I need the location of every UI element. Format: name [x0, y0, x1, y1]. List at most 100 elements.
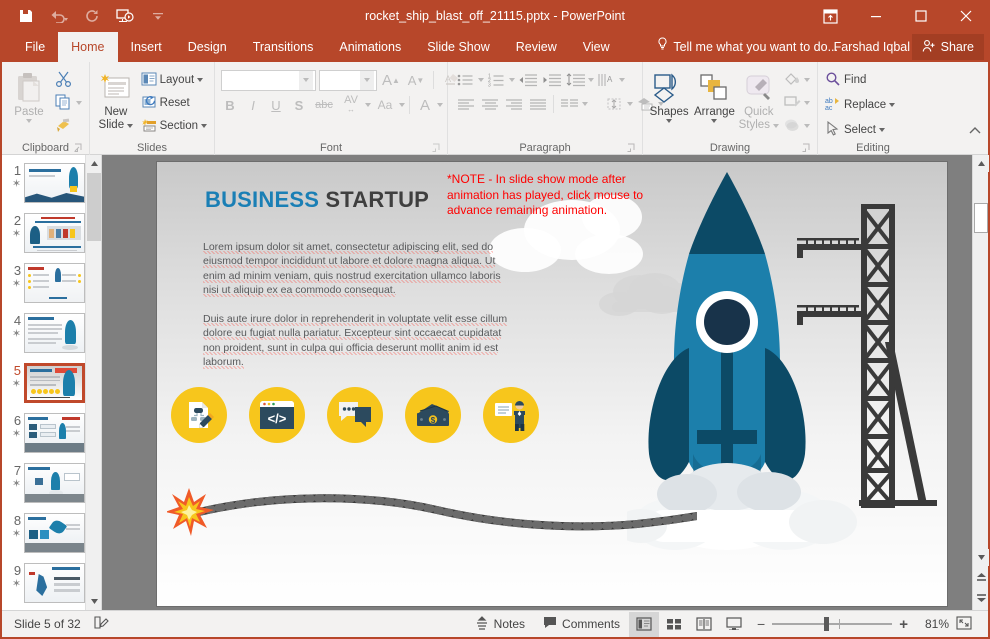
- user-name[interactable]: Farshad Iqbal: [834, 32, 910, 62]
- thumbnail-scrollbar-thumb[interactable]: [87, 173, 101, 241]
- maximize-icon[interactable]: [898, 0, 943, 32]
- line-spacing-dropdown-icon[interactable]: [588, 78, 594, 82]
- italic-button[interactable]: I: [242, 94, 264, 116]
- thumbnail-slide-4[interactable]: 4 ✶: [2, 313, 85, 362]
- tab-review[interactable]: Review: [503, 32, 570, 62]
- paste-button[interactable]: Paste: [6, 67, 52, 123]
- tell-me-search[interactable]: Tell me what you want to do...: [657, 32, 838, 62]
- align-center-button[interactable]: [478, 93, 501, 115]
- thumbnail-slide-9[interactable]: 9 ✶: [2, 563, 85, 610]
- share-button[interactable]: Share: [911, 34, 984, 60]
- font-size-dropdown-icon[interactable]: [360, 70, 374, 90]
- change-case-dropdown-icon[interactable]: [399, 103, 405, 107]
- text-shadow-button[interactable]: S: [288, 94, 310, 116]
- collapse-ribbon-button[interactable]: [968, 124, 982, 138]
- tab-transitions[interactable]: Transitions: [240, 32, 327, 62]
- tab-view[interactable]: View: [570, 32, 623, 62]
- find-button[interactable]: Find: [822, 69, 898, 91]
- drawing-dialog-launcher[interactable]: [802, 142, 811, 152]
- close-icon[interactable]: [943, 0, 988, 32]
- zoom-level[interactable]: 81%: [915, 617, 949, 631]
- comments-button[interactable]: Comments: [534, 611, 629, 638]
- decrease-indent-button[interactable]: [516, 69, 539, 91]
- tab-home[interactable]: Home: [58, 32, 118, 62]
- next-slide-button[interactable]: [973, 589, 989, 606]
- shape-fill-button[interactable]: [780, 69, 813, 91]
- slide-scrollbar[interactable]: [972, 155, 989, 610]
- zoom-slider[interactable]: [772, 617, 893, 631]
- increase-font-size-button[interactable]: A ▲: [380, 69, 402, 91]
- align-text-dropdown-icon[interactable]: [627, 102, 633, 106]
- columns-button[interactable]: [558, 93, 581, 115]
- tab-animations[interactable]: Animations: [326, 32, 414, 62]
- zoom-out-button[interactable]: −: [757, 616, 765, 632]
- shape-outline-button[interactable]: [780, 92, 813, 114]
- change-case-button[interactable]: Aa: [372, 94, 398, 116]
- select-dropdown-icon[interactable]: [878, 128, 885, 132]
- minimize-icon[interactable]: [853, 0, 898, 32]
- font-name-dropdown-icon[interactable]: [299, 70, 313, 90]
- code-browser-icon[interactable]: </>: [249, 387, 305, 443]
- shape-effects-dropdown-icon[interactable]: [804, 124, 810, 128]
- cut-button[interactable]: [52, 69, 85, 91]
- decrease-font-size-button[interactable]: A ▼: [405, 69, 427, 91]
- paragraph-dialog-launcher[interactable]: [627, 142, 636, 152]
- copy-dropdown-icon[interactable]: [76, 101, 82, 105]
- thumbnail-slide-2[interactable]: 2 ✶: [2, 213, 85, 262]
- format-painter-button[interactable]: [52, 115, 85, 137]
- bullets-button[interactable]: [454, 69, 477, 91]
- tab-slide-show[interactable]: Slide Show: [414, 32, 503, 62]
- font-color-dropdown-icon[interactable]: [437, 103, 443, 107]
- replace-button[interactable]: ab ac Replace: [822, 94, 898, 116]
- layout-button[interactable]: Layout: [138, 69, 210, 91]
- paste-dropdown-icon[interactable]: [26, 119, 32, 123]
- thumbnail-slide-3[interactable]: 3 ✶: [2, 263, 85, 312]
- layout-dropdown-icon[interactable]: [197, 78, 204, 82]
- spellcheck-icon[interactable]: [93, 615, 110, 633]
- justify-button[interactable]: [526, 93, 549, 115]
- text-direction-button[interactable]: A: [595, 69, 618, 91]
- bold-button[interactable]: B: [219, 94, 241, 116]
- align-right-button[interactable]: [502, 93, 525, 115]
- money-cash-icon[interactable]: $: [405, 387, 461, 443]
- line-spacing-button[interactable]: [564, 69, 587, 91]
- notes-button[interactable]: Notes: [466, 611, 534, 638]
- thumbnail-slide-1[interactable]: 1 ✶: [2, 163, 85, 212]
- reading-view-icon[interactable]: [689, 612, 719, 637]
- select-button[interactable]: Select: [822, 119, 898, 141]
- tab-file[interactable]: File: [12, 32, 58, 62]
- slide-editing-surface[interactable]: BUSINESS STARTUP *NOTE - In slide show m…: [157, 162, 947, 606]
- reset-button[interactable]: Reset: [138, 92, 210, 114]
- thumbnail-slide-5[interactable]: 5 ✶: [2, 363, 85, 412]
- character-spacing-button[interactable]: AV ↔: [338, 94, 364, 116]
- font-name-input[interactable]: [221, 69, 316, 91]
- slide-scroll-up-icon[interactable]: [973, 155, 989, 172]
- shape-fill-dropdown-icon[interactable]: [804, 78, 810, 82]
- font-size-input[interactable]: [319, 69, 377, 91]
- slide-scrollbar-thumb[interactable]: [974, 203, 988, 233]
- columns-dropdown-icon[interactable]: [582, 102, 588, 106]
- thumbnail-scrollbar[interactable]: [85, 155, 101, 610]
- tab-design[interactable]: Design: [175, 32, 240, 62]
- slide-paragraph-1[interactable]: Lorem ipsum dolor sit amet, consectetur …: [203, 240, 515, 297]
- slide-paragraph-2[interactable]: Duis aute irure dolor in reprehenderit i…: [203, 312, 515, 369]
- copy-button[interactable]: [52, 92, 85, 114]
- ribbon-display-options-icon[interactable]: [808, 0, 853, 32]
- clipboard-dialog-launcher[interactable]: [74, 142, 83, 152]
- text-direction-dropdown-icon[interactable]: [619, 78, 625, 82]
- thumbnail-slide-6[interactable]: 6 ✶: [2, 413, 85, 462]
- normal-view-icon[interactable]: [629, 611, 660, 637]
- strikethrough-button[interactable]: abc: [311, 94, 337, 116]
- font-color-button[interactable]: A: [414, 94, 436, 116]
- slide-title[interactable]: BUSINESS STARTUP: [205, 187, 429, 213]
- shapes-button[interactable]: Shapes: [647, 67, 691, 123]
- bullets-dropdown-icon[interactable]: [478, 78, 484, 82]
- quick-styles-button[interactable]: Quick Styles: [738, 67, 780, 132]
- shapes-dropdown-icon[interactable]: [666, 119, 673, 123]
- increase-indent-button[interactable]: [540, 69, 563, 91]
- slideshow-view-icon[interactable]: [719, 612, 749, 637]
- shape-outline-dropdown-icon[interactable]: [804, 101, 810, 105]
- businessman-presentation-icon[interactable]: [483, 387, 539, 443]
- numbering-button[interactable]: 123: [485, 69, 508, 91]
- replace-dropdown-icon[interactable]: [889, 103, 896, 107]
